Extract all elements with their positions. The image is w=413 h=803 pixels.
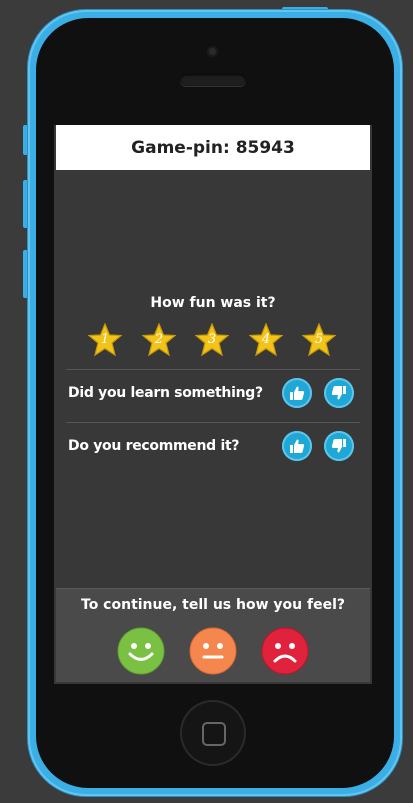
stage: Game-pin: 85943 How fun was it? 1 2 3 4 … (0, 0, 413, 803)
star-1[interactable]: 1 (88, 323, 122, 357)
app-screen: Game-pin: 85943 How fun was it? 1 2 3 4 … (54, 125, 372, 684)
mood-footer: To continue, tell us how you feel? (56, 588, 370, 682)
star-5[interactable]: 5 (302, 323, 336, 357)
recommend-thumbs-down-button[interactable] (324, 431, 354, 461)
sad-face-button[interactable] (261, 627, 309, 675)
learn-thumbs-up-button[interactable] (282, 378, 312, 408)
thumbs-down-icon (331, 439, 346, 453)
mood-prompt: To continue, tell us how you feel? (81, 597, 345, 613)
star-number: 4 (261, 332, 271, 347)
thumbs-up-icon (290, 439, 305, 453)
star-2[interactable]: 2 (142, 323, 176, 357)
star-rating: 1 2 3 4 5 (88, 323, 338, 357)
home-button[interactable] (180, 700, 246, 766)
star-3[interactable]: 3 (195, 323, 229, 357)
star-number: 5 (314, 332, 324, 347)
thumbs-up-icon (290, 386, 305, 400)
thumbs-down-icon (331, 386, 346, 400)
recommend-thumbs-up-button[interactable] (282, 431, 312, 461)
divider (66, 422, 360, 423)
front-camera (207, 46, 218, 57)
learn-question-row: Did you learn something? (68, 376, 358, 410)
fun-question: How fun was it? (150, 295, 276, 311)
recommend-question-row: Do you recommend it? (68, 429, 358, 463)
learn-thumbs-down-button[interactable] (324, 378, 354, 408)
star-4[interactable]: 4 (249, 323, 283, 357)
star-number: 2 (154, 332, 164, 347)
earpiece-speaker (180, 74, 246, 86)
star-number: 3 (207, 332, 217, 347)
happy-face-button[interactable] (117, 627, 165, 675)
happy-face-icon (117, 627, 165, 675)
recommend-question-label: Do you recommend it? (68, 438, 240, 454)
neutral-face-icon (189, 627, 237, 675)
star-number: 1 (100, 332, 110, 347)
game-pin-header: Game-pin: 85943 (56, 125, 370, 170)
learn-question-label: Did you learn something? (68, 385, 263, 401)
neutral-face-button[interactable] (189, 627, 237, 675)
sad-face-icon (261, 627, 309, 675)
divider (66, 369, 360, 370)
